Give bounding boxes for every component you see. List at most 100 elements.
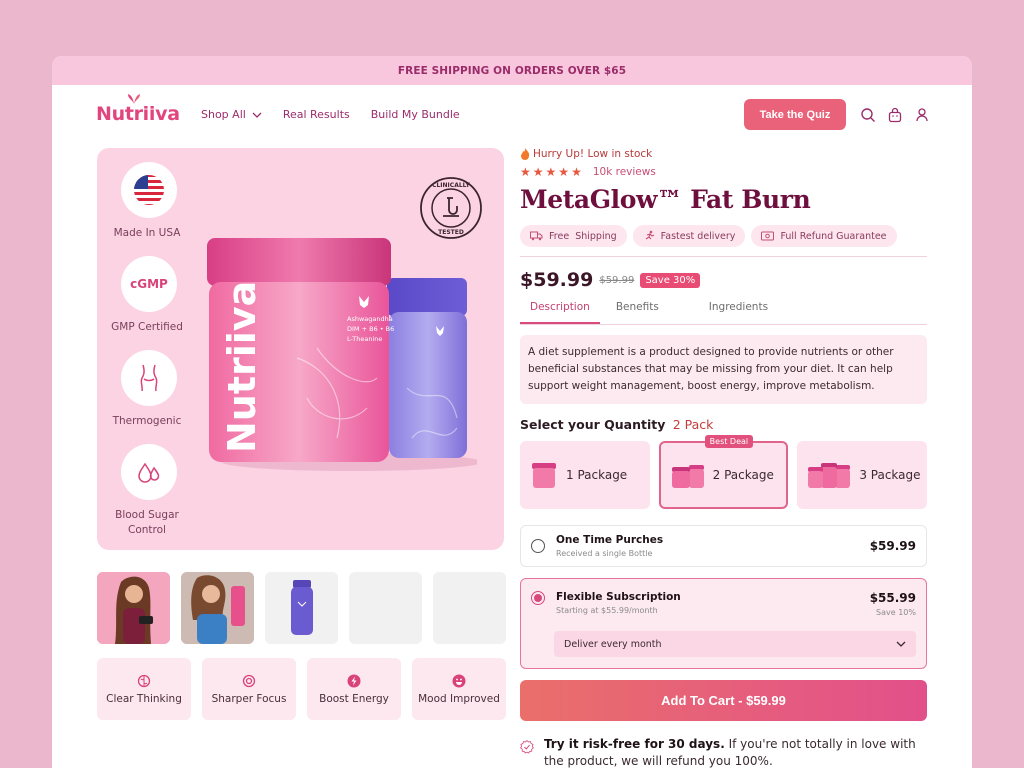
nav-shop-all-label: Shop All	[201, 108, 246, 121]
thumbnail-1[interactable]	[97, 572, 170, 644]
one-time-purchase-option[interactable]: One Time Purches Received a single Bottl…	[520, 525, 927, 567]
option-save: Save 10%	[876, 608, 916, 617]
chip-refund: Full Refund Guarantee	[751, 225, 897, 247]
star-icon: ★	[558, 165, 570, 179]
star-icon: ★	[520, 165, 531, 179]
thumbnail-5[interactable]	[433, 572, 506, 644]
benefit-tiles: Clear Thinking Sharper Focus Boost Energ…	[97, 658, 506, 720]
delivery-frequency-select[interactable]: Deliver every month	[554, 631, 916, 657]
product-details: Hurry Up! Low in stock ★ ★ ★ ★ ★ 10k reviews…	[520, 148, 927, 768]
thumbnail-2[interactable]	[181, 572, 254, 644]
take-quiz-button[interactable]: Take the Quiz	[744, 99, 846, 130]
nav-actions	[860, 107, 930, 123]
product-jars-image: Ashwagandha DIM + B6 • B6 L-Theanine Nut…	[207, 238, 477, 471]
rating[interactable]: ★ ★ ★ ★ ★ 10k reviews	[520, 165, 927, 179]
divider	[520, 256, 927, 257]
usa-flag-icon	[134, 175, 164, 205]
benefit-mood-improved: Mood Improved	[412, 658, 506, 720]
search-icon[interactable]	[860, 107, 876, 123]
radio-subscription[interactable]	[531, 591, 545, 605]
option-text: Flexible Subscription Starting at $55.99…	[556, 591, 681, 615]
quantity-heading: Select your Quantity 2 Pack	[520, 417, 927, 432]
option-price-block: $55.99 Save 10%	[870, 591, 916, 617]
option-text: One Time Purches Received a single Bottl…	[556, 534, 663, 558]
tab-description[interactable]: Description	[520, 301, 600, 324]
bottle-photo-icon	[265, 572, 338, 644]
truck-icon	[530, 231, 543, 241]
delivery-frequency-value: Deliver every month	[564, 638, 662, 650]
woman-with-jar-photo-icon	[181, 572, 254, 644]
smile-icon	[452, 674, 466, 687]
urgency-notice: Hurry Up! Low in stock	[520, 148, 927, 160]
badge-label: Thermogenic	[112, 415, 182, 427]
money-icon	[761, 231, 775, 241]
product-hero-image: Made In USA cGMP GMP Certified Thermogen…	[97, 148, 504, 550]
two-jars-icon	[671, 465, 704, 488]
package-2[interactable]: Best Deal 2 Package	[658, 435, 789, 509]
thumbnail-4[interactable]	[349, 572, 422, 644]
option-title: Flexible Subscription	[556, 591, 681, 603]
clinically-tested-stamp-icon: CLINICALLY TESTED	[420, 177, 482, 239]
benefit-label: Mood Improved	[418, 692, 500, 705]
benefit-label: Sharper Focus	[211, 692, 287, 705]
package-options: 1 Package Best Deal 2 Package 3 Package	[520, 435, 927, 509]
tab-benefits[interactable]: Benefits	[606, 301, 669, 324]
brain-icon	[137, 674, 151, 687]
description-text: A diet supplement is a product designed …	[520, 335, 927, 404]
reviews-count[interactable]: 10k reviews	[593, 166, 656, 178]
badge-circle	[121, 162, 177, 218]
package-1[interactable]: 1 Package	[520, 441, 650, 509]
badge-label: Made In USA	[113, 227, 181, 239]
quantity-label: Select your Quantity	[520, 417, 666, 432]
subscription-option[interactable]: Flexible Subscription Starting at $55.99…	[520, 578, 927, 669]
thumbnail-3[interactable]	[265, 572, 338, 644]
badge-label: Blood Sugar Control	[115, 509, 179, 536]
benefit-boost-energy: Boost Energy	[307, 658, 401, 720]
guarantee-text-block: Try it risk-free for 30 days. If you're …	[544, 736, 927, 768]
jar-brand-text: Nutriiva	[220, 281, 264, 453]
stamp-top-text: CLINICALLY	[432, 182, 470, 189]
badge-circle: cGMP	[121, 256, 177, 312]
package-label: 1 Package	[566, 468, 628, 482]
focus-target-icon	[242, 674, 256, 687]
cart-bag-icon[interactable]	[887, 107, 903, 123]
benefit-sharper-focus: Sharper Focus	[202, 658, 296, 720]
user-account-icon[interactable]	[914, 107, 930, 123]
package-label: 3 Package	[859, 468, 921, 482]
chip-free-shipping: Free Shipping	[520, 225, 627, 247]
nav-shop-all[interactable]: Shop All	[201, 108, 262, 121]
urgency-text: Hurry Up! Low in stock	[533, 148, 653, 160]
running-icon	[645, 230, 654, 240]
subscription-header: Flexible Subscription Starting at $55.99…	[531, 591, 916, 617]
star-icon: ★	[532, 165, 544, 179]
banner-text: FREE SHIPPING ON ORDERS OVER $65	[397, 64, 627, 77]
body-icon	[140, 364, 158, 392]
main-menu: Shop All Real Results Build My Bundle	[201, 108, 460, 121]
stamp-bottom-text: TESTED	[438, 229, 464, 236]
option-price: $55.99	[869, 591, 916, 605]
shipping-banner: FREE SHIPPING ON ORDERS OVER $65	[52, 56, 972, 85]
chip-label: Full Refund Guarantee	[780, 230, 887, 242]
badge-thermogenic: Thermogenic	[113, 350, 181, 429]
guarantee-note: Try it risk-free for 30 days. If you're …	[520, 736, 927, 768]
benefit-label: Clear Thinking	[106, 692, 182, 705]
butterfly-logo-icon	[128, 94, 140, 104]
star-icon: ★	[545, 165, 557, 179]
fire-icon	[521, 148, 530, 160]
single-jar-icon	[532, 463, 556, 488]
tab-ingredients[interactable]: Ingredients	[699, 301, 778, 324]
brand-logo[interactable]: Nutriiva	[96, 94, 180, 125]
service-chips: Free Shipping Fastest delivery Full Refu…	[520, 225, 927, 247]
benefit-label: Boost Energy	[319, 692, 389, 705]
chevron-down-icon	[252, 112, 262, 118]
nav-real-results[interactable]: Real Results	[283, 108, 350, 121]
option-title: One Time Purches	[556, 534, 664, 546]
brand-name: Nutriiva	[96, 103, 180, 125]
add-to-cart-button[interactable]: Add To Cart - $59.99	[520, 680, 927, 721]
info-tabs: Description Benefits Ingredients	[520, 301, 927, 325]
package-3[interactable]: 3 Package	[797, 441, 927, 509]
radio-one-time[interactable]	[531, 539, 545, 553]
nav-build-bundle[interactable]: Build My Bundle	[371, 108, 460, 121]
package-label: 2 Package	[712, 468, 774, 482]
chip-label: Free Shipping	[549, 230, 617, 242]
